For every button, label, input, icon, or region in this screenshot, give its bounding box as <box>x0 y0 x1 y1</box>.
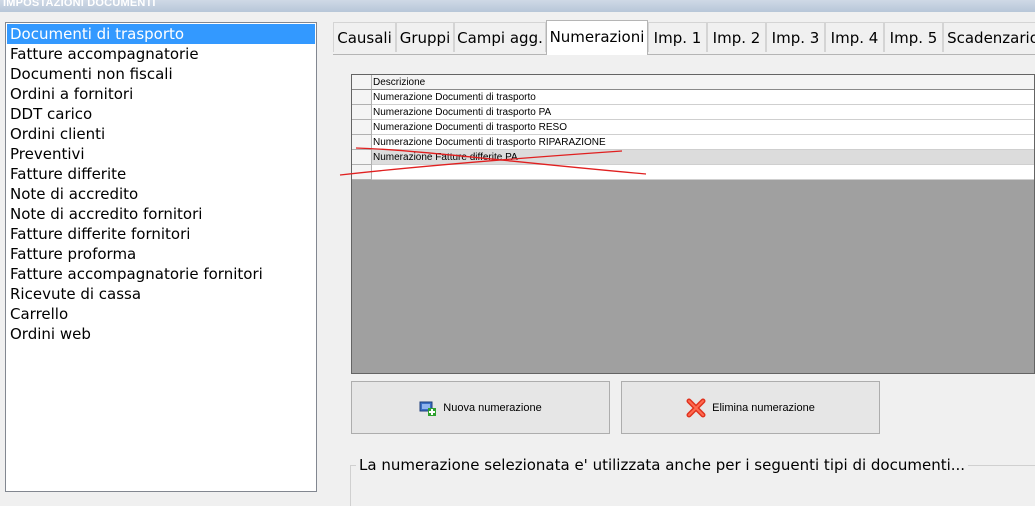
delete-numbering-button[interactable]: Elimina numerazione <box>621 381 880 434</box>
table-cell[interactable]: Numerazione Documenti di trasporto RIPAR… <box>372 135 1034 150</box>
list-item[interactable]: Fatture differite <box>7 164 316 184</box>
row-indicator[interactable] <box>352 120 372 135</box>
table-cell[interactable]: Numerazione Documenti di trasporto <box>372 90 1034 105</box>
list-item[interactable]: Fatture accompagnatorie <box>7 44 316 64</box>
row-indicator[interactable] <box>352 150 372 165</box>
row-indicator <box>352 75 372 90</box>
tab-imp-4[interactable]: Imp. 4 <box>825 22 884 52</box>
row-indicator[interactable] <box>352 105 372 120</box>
row-indicator[interactable] <box>352 165 372 180</box>
column-header-descrizione[interactable]: Descrizione <box>372 75 1034 90</box>
list-item[interactable]: Documenti di trasporto <box>7 24 315 44</box>
list-item[interactable]: Note di accredito fornitori <box>7 204 316 224</box>
grid-header: Descrizione <box>352 75 1034 90</box>
table-row[interactable]: Numerazione Documenti di trasporto <box>352 90 1034 105</box>
numbering-grid[interactable]: Descrizione Numerazione Documenti di tra… <box>351 74 1035 374</box>
row-indicator[interactable] <box>352 135 372 150</box>
document-type-list[interactable]: Documenti di trasporto Fatture accompagn… <box>5 22 317 492</box>
table-cell[interactable]: Numerazione Fatture differite PA <box>372 150 1034 165</box>
list-item[interactable]: Ordini web <box>7 324 316 344</box>
list-item[interactable]: Fatture accompagnatorie fornitori <box>7 264 316 284</box>
delete-numbering-label: Elimina numerazione <box>712 401 815 414</box>
row-indicator[interactable] <box>352 90 372 105</box>
list-item[interactable]: Ordini clienti <box>7 124 316 144</box>
table-cell[interactable]: Numerazione Documenti di trasporto RESO <box>372 120 1034 135</box>
window-title: IMPOSTAZIONI DOCUMENTI <box>3 0 156 9</box>
new-numbering-button[interactable]: Nuova numerazione <box>351 381 610 434</box>
table-cell[interactable] <box>372 165 1034 180</box>
list-item[interactable]: Fatture proforma <box>7 244 316 264</box>
list-item[interactable]: Note di accredito <box>7 184 316 204</box>
table-row[interactable]: Numerazione Documenti di trasporto PA <box>352 105 1034 120</box>
red-x-icon <box>686 398 706 418</box>
table-row-selected[interactable]: Numerazione Fatture differite PA <box>352 150 1034 165</box>
list-item[interactable]: Preventivi <box>7 144 316 164</box>
tab-imp-3[interactable]: Imp. 3 <box>766 22 825 52</box>
list-item[interactable]: Ricevute di cassa <box>7 284 316 304</box>
list-item[interactable]: Carrello <box>7 304 316 324</box>
table-row[interactable]: Numerazione Documenti di trasporto RESO <box>352 120 1034 135</box>
list-item[interactable]: Documenti non fiscali <box>7 64 316 84</box>
list-item[interactable]: Fatture differite fornitori <box>7 224 316 244</box>
list-item[interactable]: Ordini a fornitori <box>7 84 316 104</box>
table-cell[interactable]: Numerazione Documenti di trasporto PA <box>372 105 1034 120</box>
window-title-bar: IMPOSTAZIONI DOCUMENTI <box>0 0 1035 12</box>
tab-strip: Causali Gruppi Campi agg. Numerazioni Im… <box>333 20 1035 55</box>
tab-gruppi[interactable]: Gruppi <box>396 22 454 52</box>
table-row-new[interactable] <box>352 165 1034 180</box>
document-usage-label: La numerazione selezionata e' utilizzata… <box>356 456 969 474</box>
new-numbering-label: Nuova numerazione <box>443 401 542 414</box>
tab-causali[interactable]: Causali <box>333 22 396 52</box>
list-item[interactable]: DDT carico <box>7 104 316 124</box>
tab-imp-5[interactable]: Imp. 5 <box>884 22 943 52</box>
tab-numerazioni[interactable]: Numerazioni <box>546 20 648 55</box>
table-row[interactable]: Numerazione Documenti di trasporto RIPAR… <box>352 135 1034 150</box>
tab-imp-1[interactable]: Imp. 1 <box>648 22 707 52</box>
tab-imp-2[interactable]: Imp. 2 <box>707 22 766 52</box>
tab-campi-agg[interactable]: Campi agg. <box>454 22 546 52</box>
add-numbering-icon <box>419 400 437 416</box>
tab-scadenzario[interactable]: Scadenzario <box>943 22 1035 52</box>
